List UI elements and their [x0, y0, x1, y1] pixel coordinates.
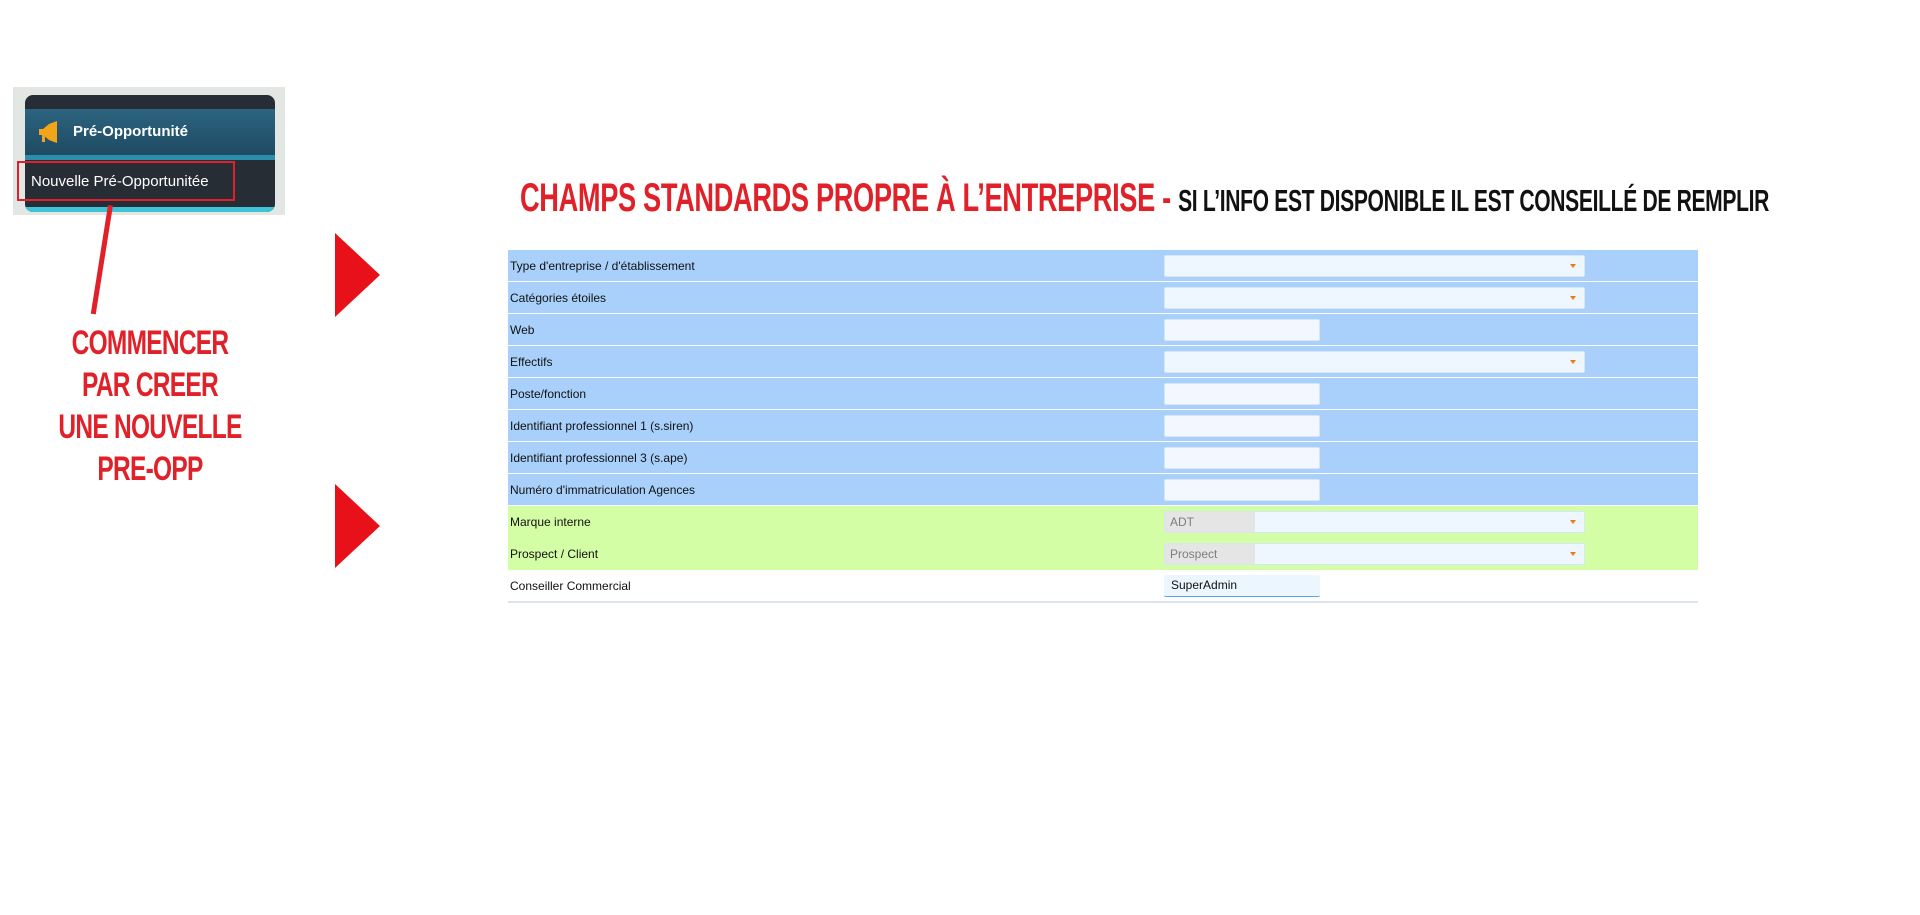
immatriculation-input[interactable] [1164, 479, 1320, 501]
form-row: Identifiant professionnel 1 (s.siren) [508, 410, 1698, 442]
field-label: Prospect / Client [510, 547, 599, 561]
megaphone-icon [39, 121, 57, 143]
dropdown-caret-icon [1570, 552, 1576, 556]
callout-line [90, 205, 113, 315]
form-row: Type d'entreprise / d'établissement [508, 250, 1698, 282]
field-label: Type d'entreprise / d'établissement [510, 259, 695, 273]
dropdown-caret-icon [1570, 296, 1576, 300]
callout-text: COMMENCER PAR CREER UNE NOUVELLE PRE-OPP [49, 322, 251, 490]
form-row: Conseiller Commercial SuperAdmin [508, 570, 1698, 603]
poste-fonction-input[interactable] [1164, 383, 1320, 405]
categories-etoiles-select[interactable] [1164, 287, 1585, 309]
pre-opportunite-section[interactable]: Pré-Opportunité [25, 109, 275, 160]
field-label: Poste/fonction [510, 387, 587, 401]
type-entreprise-select[interactable] [1164, 255, 1585, 277]
form-row: Web [508, 314, 1698, 346]
field-label: Numéro d'immatriculation Agences [510, 483, 696, 497]
heading-black: SI L’INFO EST DISPONIBLE IL EST CONSEILL… [1178, 183, 1770, 218]
company-fields-form: Type d'entreprise / d'établissement Caté… [508, 250, 1698, 603]
nouvelle-pre-opportunite-item[interactable]: Nouvelle Pré-Opportunitée [17, 161, 235, 201]
field-label: Catégories étoiles [510, 291, 607, 305]
heading-red: CHAMPS STANDARDS PROPRE À L’ENTREPRISE - [520, 176, 1179, 220]
form-row: Numéro d'immatriculation Agences [508, 474, 1698, 506]
effectifs-select[interactable] [1164, 351, 1585, 373]
section-heading: CHAMPS STANDARDS PROPRE À L’ENTREPRISE -… [520, 176, 1769, 221]
dropdown-caret-icon [1570, 264, 1576, 268]
field-label: Marque interne [510, 515, 591, 529]
conseiller-commercial-field[interactable]: SuperAdmin [1164, 575, 1320, 597]
callout-line-1: COMMENCER PAR CREER [71, 324, 229, 404]
panel-bottom-border [25, 207, 275, 212]
field-label: Effectifs [510, 355, 553, 369]
prospect-client-select[interactable]: Prospect [1164, 543, 1585, 565]
red-arrow-icon [335, 484, 380, 568]
section-title: Pré-Opportunité [73, 123, 188, 140]
field-label: Conseiller Commercial [510, 579, 631, 593]
web-input[interactable] [1164, 319, 1320, 341]
siren-input[interactable] [1164, 415, 1320, 437]
form-row: Poste/fonction [508, 378, 1698, 410]
dropdown-caret-icon [1570, 360, 1576, 364]
field-label: Identifiant professionnel 3 (s.ape) [510, 451, 688, 465]
red-arrow-icon [335, 233, 380, 317]
form-row: Identifiant professionnel 3 (s.ape) [508, 442, 1698, 474]
form-row: Prospect / Client Prospect [508, 538, 1698, 570]
callout-line-2: UNE NOUVELLE PRE-OPP [58, 408, 242, 488]
field-value: SuperAdmin [1171, 578, 1238, 592]
ape-input[interactable] [1164, 447, 1320, 469]
form-row: Effectifs [508, 346, 1698, 378]
field-label: Web [510, 323, 535, 337]
form-row: Catégories étoiles [508, 282, 1698, 314]
marque-interne-select[interactable]: ADT [1164, 511, 1585, 533]
field-label: Identifiant professionnel 1 (s.siren) [510, 419, 694, 433]
form-row: Marque interne ADT [508, 506, 1698, 538]
selected-value: ADT [1165, 512, 1255, 532]
selected-value: Prospect [1165, 544, 1255, 564]
dropdown-caret-icon [1570, 520, 1576, 524]
menu-item-label: Nouvelle Pré-Opportunitée [31, 173, 209, 190]
